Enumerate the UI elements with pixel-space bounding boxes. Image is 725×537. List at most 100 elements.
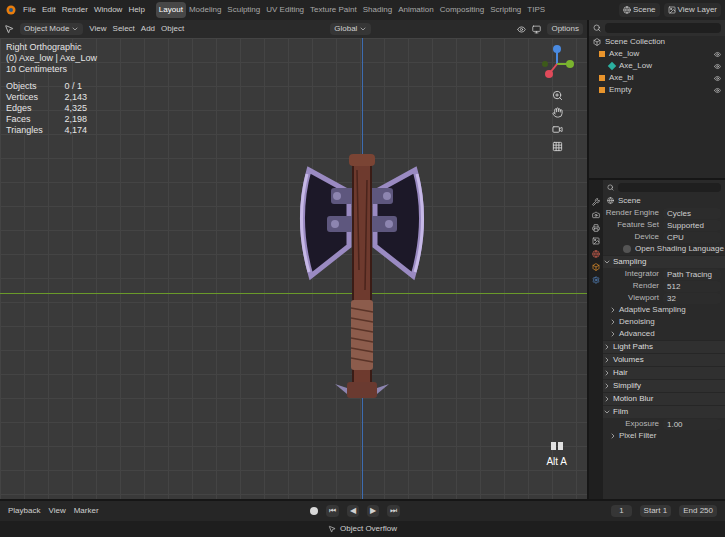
options-button[interactable]: Options [547, 23, 583, 35]
menu-item[interactable]: File [20, 4, 39, 16]
workspace-tab[interactable]: Scripting [487, 2, 524, 18]
properties-search[interactable] [603, 180, 725, 194]
transform-orientation[interactable]: Global [330, 23, 371, 35]
view-layer-selector[interactable]: View Layer [664, 3, 721, 17]
navigation-gizmo-icon[interactable] [537, 44, 577, 84]
workspace-tab[interactable]: Shading [360, 2, 395, 18]
property-section-header[interactable]: Sampling [603, 255, 725, 268]
eye-icon[interactable] [714, 75, 721, 82]
timeline-menu-item[interactable]: Playback [8, 505, 40, 517]
section-label: Film [613, 406, 628, 418]
property-section-header[interactable]: Volumes [603, 353, 725, 366]
outliner-item[interactable]: Scene Collection [589, 36, 725, 48]
workspace-tab[interactable]: Modeling [186, 2, 224, 18]
stat-label: Vertices [6, 92, 53, 103]
transport-button[interactable]: ▶ [367, 505, 379, 517]
property-subsection-header[interactable]: Advanced [603, 328, 725, 340]
outliner-item[interactable]: Axe_bl [589, 72, 725, 84]
property-section-header[interactable]: Hair [603, 366, 725, 379]
workspace-tab[interactable]: Layout [156, 2, 186, 18]
end-frame[interactable]: End 250 [679, 505, 717, 517]
world-tab-icon[interactable] [592, 250, 600, 258]
axe-model-icon[interactable] [287, 150, 437, 412]
property-field[interactable]: Render512 [603, 280, 725, 292]
eye-icon[interactable] [714, 87, 721, 94]
camera-view-icon[interactable] [552, 124, 563, 135]
axe-model[interactable] [287, 150, 437, 412]
property-value[interactable]: 1.00 [663, 419, 721, 430]
property-field[interactable]: Feature SetSupported [603, 219, 725, 231]
outliner-item[interactable]: Axe_Low [589, 60, 725, 72]
output-tab-icon[interactable] [592, 224, 600, 232]
menu-item[interactable]: Render [59, 4, 91, 16]
property-subsection-header[interactable]: Adaptive Sampling [603, 304, 725, 316]
menu-item[interactable]: Window [91, 4, 125, 16]
viewport-menu-item[interactable]: Select [113, 23, 135, 35]
mode-dropdown[interactable]: Object Mode [20, 23, 83, 35]
settings-tab-icon[interactable] [592, 276, 600, 284]
property-field[interactable]: DeviceCPU [603, 231, 725, 243]
property-field[interactable]: Exposure 1.00 [603, 418, 725, 430]
object-tab-icon[interactable] [592, 263, 600, 271]
property-value[interactable]: Supported [663, 220, 721, 231]
search-icon[interactable] [593, 24, 601, 32]
blender-logo-icon[interactable] [4, 4, 16, 16]
property-section-header[interactable]: Motion Blur [603, 392, 725, 405]
property-checkbox-row[interactable]: Open Shading Language [603, 243, 725, 255]
key-indicator [551, 442, 556, 450]
property-field[interactable]: IntegratorPath Tracing [603, 268, 725, 280]
property-value[interactable]: 32 [663, 293, 721, 304]
outliner-search[interactable] [605, 23, 721, 33]
visibility-icon[interactable] [517, 25, 526, 34]
menu-item[interactable]: Edit [39, 4, 59, 16]
key-hint-text: Alt A [546, 454, 567, 469]
property-field[interactable]: Viewport32 [603, 292, 725, 304]
status-message: Object Overflow [340, 523, 397, 535]
outliner-item-label: Scene Collection [605, 36, 721, 48]
workspace-tab[interactable]: Sculpting [224, 2, 263, 18]
record-button[interactable] [310, 507, 318, 515]
property-value[interactable]: Cycles [663, 208, 721, 219]
current-frame[interactable]: 1 [611, 505, 631, 517]
transport-button[interactable]: ◀ [347, 505, 359, 517]
viewport-canvas[interactable]: Right Orthographic(0) Axe_low | Axe_Low1… [0, 38, 587, 499]
property-section-header[interactable]: Film [603, 405, 725, 418]
workspace-tab[interactable]: UV Editing [263, 2, 307, 18]
property-subsection-header[interactable]: Denoising [603, 316, 725, 328]
transport-button[interactable]: ⏮ [326, 505, 339, 517]
select-tool-icon[interactable] [4, 24, 14, 34]
workspace-tab[interactable]: Animation [395, 2, 437, 18]
eye-icon[interactable] [714, 63, 721, 70]
workspace-tab[interactable]: TIPS [524, 2, 548, 18]
property-section-header[interactable]: Light Paths [603, 340, 725, 353]
zoom-icon[interactable] [552, 90, 563, 101]
property-subsection-header[interactable]: Pixel Filter [603, 430, 725, 442]
viewport-menu-item[interactable]: Add [141, 23, 155, 35]
eye-icon[interactable] [714, 51, 721, 58]
timeline-menu-item[interactable]: View [48, 505, 65, 517]
ortho-toggle-icon[interactable] [552, 141, 563, 152]
checkbox[interactable] [623, 245, 631, 253]
workspace-tab[interactable]: Texture Paint [307, 2, 360, 18]
start-frame[interactable]: Start 1 [640, 505, 672, 517]
outliner-item[interactable]: Axe_low [589, 48, 725, 60]
property-label: Exposure [603, 418, 659, 430]
property-value[interactable]: CPU [663, 232, 721, 243]
timeline-menu-item[interactable]: Marker [74, 505, 99, 517]
render-tab-icon[interactable] [592, 211, 600, 219]
viewport-menu-item[interactable]: View [89, 23, 106, 35]
menu-item[interactable]: Help [125, 4, 147, 16]
property-value[interactable]: 512 [663, 281, 721, 292]
property-value[interactable]: Path Tracing [663, 269, 721, 280]
pan-icon[interactable] [552, 107, 563, 118]
property-section-header[interactable]: Simplify [603, 379, 725, 392]
outliner-item[interactable]: Empty [589, 84, 725, 96]
workspace-tab[interactable]: Compositing [437, 2, 487, 18]
tool-tab-icon[interactable] [592, 198, 600, 206]
transport-button[interactable]: ⏭ [387, 505, 400, 517]
viewport-menu-item[interactable]: Object [161, 23, 184, 35]
view-layer-tab-icon[interactable] [592, 237, 600, 245]
scene-selector[interactable]: Scene [619, 3, 660, 17]
shading-icon[interactable] [532, 25, 541, 34]
property-field[interactable]: Render EngineCycles [603, 207, 725, 219]
